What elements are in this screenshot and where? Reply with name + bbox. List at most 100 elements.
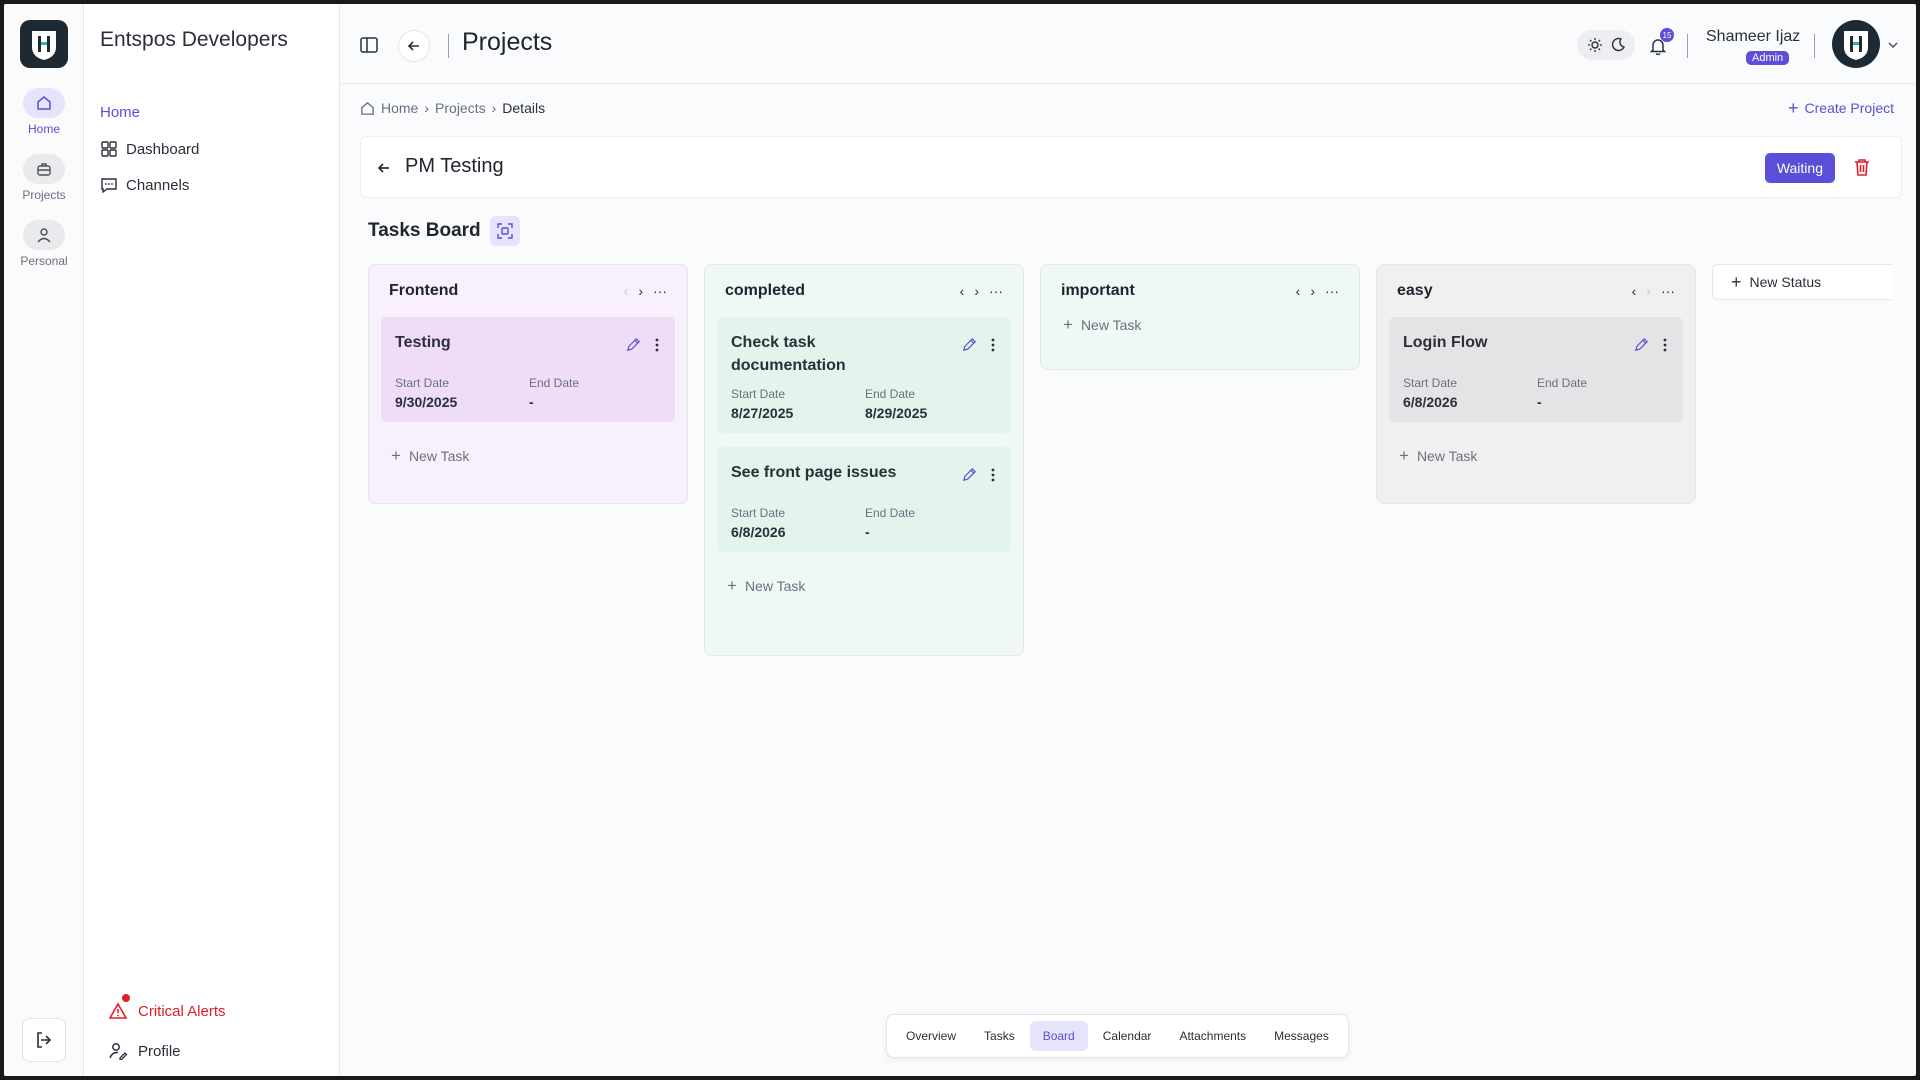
moon-icon[interactable] <box>1610 37 1626 53</box>
project-back-button[interactable] <box>375 159 393 177</box>
task-card[interactable]: Testing Start Date 9/30/2025 End Date - <box>381 317 675 422</box>
task-end-date: - <box>1537 394 1542 410</box>
task-card[interactable]: Login Flow Start Date 6/8/2026 End Date - <box>1389 317 1683 422</box>
critical-alerts-link[interactable]: Critical Alerts <box>108 994 226 1020</box>
new-status-button[interactable]: + New Status <box>1712 264 1892 300</box>
arrow-left-icon <box>377 163 389 173</box>
breadcrumb-current: Details <box>502 100 546 116</box>
move-right-icon[interactable]: › <box>1310 283 1315 299</box>
breadcrumb-projects[interactable]: Projects <box>435 100 486 116</box>
plus-icon: + <box>391 446 401 465</box>
more-vertical-icon[interactable] <box>655 338 659 352</box>
edit-icon[interactable] <box>1634 337 1649 352</box>
move-left-icon[interactable]: ‹ <box>960 283 965 299</box>
project-name: PM Testing <box>405 155 504 177</box>
logo-icon <box>32 31 56 60</box>
back-button[interactable] <box>398 30 430 62</box>
focus-mode-button[interactable] <box>490 216 520 246</box>
move-left-icon[interactable]: ‹ <box>1632 283 1637 299</box>
sidebar-item-label: Channels <box>126 176 190 194</box>
sidebar-panel-icon <box>360 37 378 53</box>
page-title: Projects <box>462 28 553 56</box>
board-column-frontend: Frontend ‹ › ··· Testing Start Date 9/30/… <box>368 264 688 504</box>
chevron-right-icon: › <box>424 100 430 116</box>
project-tabs: Overview Tasks Board Calendar Attachment… <box>886 1014 1349 1058</box>
tab-overview[interactable]: Overview <box>893 1021 969 1051</box>
more-vertical-icon[interactable] <box>1663 338 1667 352</box>
organization-name: Entspos Developers <box>100 28 288 51</box>
new-task-button[interactable]: + New Task <box>717 552 1011 620</box>
notification-count-badge: 15 <box>1660 28 1674 42</box>
sidebar-item-label: Dashboard <box>126 140 200 158</box>
trash-icon <box>1855 159 1869 176</box>
project-header: PM Testing Waiting <box>360 136 1902 198</box>
move-left-icon[interactable]: ‹ <box>1296 283 1301 299</box>
user-role-badge: Admin <box>1746 51 1790 65</box>
sidebar-item-dashboard[interactable]: Dashboard <box>100 140 199 158</box>
tab-tasks[interactable]: Tasks <box>971 1021 1028 1051</box>
rail-item-projects[interactable]: Projects <box>4 154 84 202</box>
tab-board[interactable]: Board <box>1029 1021 1088 1051</box>
app-logo[interactable] <box>20 20 68 68</box>
more-horizontal-icon[interactable]: ··· <box>653 283 667 299</box>
move-left-icon[interactable]: ‹ <box>624 283 629 299</box>
tab-attachments[interactable]: Attachments <box>1166 1021 1259 1051</box>
plus-icon: + <box>1399 446 1409 465</box>
task-card[interactable]: Check task documentation Start Date 8/27/… <box>717 317 1011 433</box>
sidebar-item-home[interactable]: Home <box>100 104 140 121</box>
edit-icon[interactable] <box>962 467 977 482</box>
theme-toggle[interactable] <box>1577 30 1635 60</box>
user-icon <box>37 228 51 243</box>
profile-link[interactable]: Profile <box>108 1042 181 1060</box>
create-project-button[interactable]: + Create Project <box>1788 98 1894 118</box>
briefcase-icon <box>37 163 51 176</box>
column-title: completed <box>725 282 806 299</box>
project-status-button[interactable]: Waiting <box>1764 153 1835 183</box>
task-title: Check task documentation <box>731 334 846 374</box>
plus-icon: + <box>1788 98 1799 118</box>
sidebar-item-channels[interactable]: Channels <box>100 176 189 194</box>
breadcrumb: Home › Projects › Details <box>360 100 545 116</box>
move-right-icon[interactable]: › <box>638 283 643 299</box>
rail-item-home[interactable]: Home <box>4 88 84 136</box>
task-card[interactable]: See front page issues Start Date 6/8/2026… <box>717 447 1011 552</box>
logout-button[interactable] <box>22 1018 66 1062</box>
column-title: easy <box>1397 282 1433 299</box>
rail-item-personal[interactable]: Personal <box>4 220 84 268</box>
move-right-icon[interactable]: › <box>974 283 979 299</box>
toggle-sidebar-button[interactable] <box>358 34 380 56</box>
notifications-button[interactable]: 15 <box>1646 28 1674 58</box>
edit-icon[interactable] <box>962 337 977 352</box>
new-task-button[interactable]: + New Task <box>381 422 675 490</box>
move-right-icon[interactable]: › <box>1646 283 1651 299</box>
breadcrumb-home[interactable]: Home <box>381 100 418 116</box>
delete-project-button[interactable] <box>1853 157 1871 182</box>
icon-rail: Home Projects Personal <box>4 4 84 1076</box>
more-vertical-icon[interactable] <box>991 338 995 352</box>
focus-icon <box>497 223 513 239</box>
home-icon <box>361 101 374 115</box>
tab-messages[interactable]: Messages <box>1261 1021 1342 1051</box>
user-edit-icon <box>109 1043 128 1060</box>
more-horizontal-icon[interactable]: ··· <box>989 283 1003 299</box>
chevron-down-icon <box>1888 42 1898 49</box>
chat-icon <box>101 178 117 194</box>
sun-icon[interactable] <box>1587 37 1603 53</box>
arrow-left-icon <box>407 41 419 51</box>
user-avatar[interactable] <box>1832 20 1880 68</box>
task-start-date: 8/27/2025 <box>731 405 794 421</box>
task-start-date: 9/30/2025 <box>395 394 458 410</box>
plus-icon: + <box>727 576 737 595</box>
tab-calendar[interactable]: Calendar <box>1090 1021 1165 1051</box>
more-horizontal-icon[interactable]: ··· <box>1661 283 1675 299</box>
avatar-logo-icon <box>1844 31 1868 60</box>
new-task-button[interactable]: + New Task <box>1389 422 1683 490</box>
task-title: See front page issues <box>731 464 897 481</box>
more-horizontal-icon[interactable]: ··· <box>1325 283 1339 299</box>
main-content: Projects 15 Shameer Ijaz Admin Home › Pr… <box>340 4 1916 1076</box>
more-vertical-icon[interactable] <box>991 468 995 482</box>
edit-icon[interactable] <box>626 337 641 352</box>
new-task-button[interactable]: + New Task <box>1053 303 1347 347</box>
app-window: Home Projects Personal Entspos Developer… <box>4 4 1916 1076</box>
user-menu-dropdown[interactable] <box>1886 38 1900 52</box>
